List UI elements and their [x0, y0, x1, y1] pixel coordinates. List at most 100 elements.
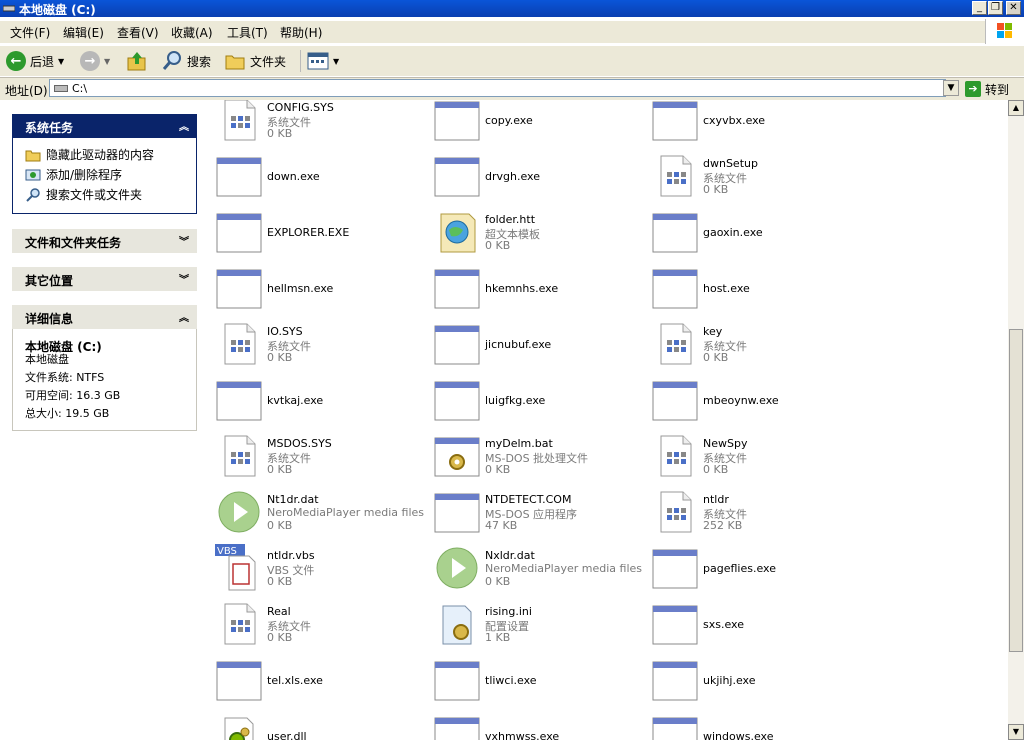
file-name: user.dll [267, 730, 307, 740]
views-button[interactable]: ▼ [300, 50, 339, 72]
minimize-button[interactable]: _ [972, 1, 987, 15]
add-remove-programs-link[interactable]: 添加/删除程序 [25, 166, 122, 183]
file-size: 0 KB [267, 519, 293, 532]
file-item[interactable]: folder.htt 超文本模板 0 KB [433, 208, 648, 260]
search-files-link[interactable]: 搜索文件或文件夹 [25, 186, 142, 203]
search-button[interactable]: 搜索 [161, 50, 211, 72]
file-item[interactable]: kvtkaj.exe [215, 376, 430, 428]
file-item[interactable]: windows.exe [651, 712, 866, 740]
menu-file[interactable]: 文件(F) [10, 24, 50, 41]
scroll-down-button[interactable]: ▼ [1008, 724, 1024, 740]
application-icon [434, 661, 480, 701]
system-tasks-header[interactable]: 系统任务 ︽ [12, 114, 197, 138]
file-item[interactable]: gaoxin.exe [651, 208, 866, 260]
file-item[interactable]: Real 系统文件 0 KB [215, 600, 430, 652]
menu-edit[interactable]: 编辑(E) [63, 24, 104, 41]
file-item[interactable]: tliwci.exe [433, 656, 648, 708]
search-icon [26, 187, 40, 202]
file-name: sxs.exe [703, 618, 744, 631]
menu-tools[interactable]: 工具(T) [227, 24, 268, 41]
system-file-icon [224, 435, 256, 477]
file-item[interactable]: user.dll [215, 712, 430, 740]
file-item[interactable]: host.exe [651, 264, 866, 316]
menu-help[interactable]: 帮助(H) [280, 24, 322, 41]
file-item[interactable]: ntldr 系统文件 252 KB [651, 488, 866, 540]
back-label: 后退 [30, 54, 55, 69]
file-name: tel.xls.exe [267, 674, 323, 687]
file-size: 0 KB [703, 183, 729, 196]
file-item[interactable]: vxhmwss.exe [433, 712, 648, 740]
chevron-down-icon: ▼ [58, 56, 65, 66]
file-item[interactable]: sxs.exe [651, 600, 866, 652]
menu-bar: 文件(F) 编辑(E) 查看(V) 收藏(A) 工具(T) 帮助(H) [0, 21, 1024, 43]
file-item[interactable]: Nt1dr.dat NeroMediaPlayer media files 0 KB [215, 488, 430, 540]
file-item[interactable]: hkemnhs.exe [433, 264, 648, 316]
hide-drive-contents-label: 隐藏此驱动器的内容 [46, 148, 155, 162]
application-icon [434, 101, 480, 141]
file-item[interactable]: MSDOS.SYS 系统文件 0 KB [215, 432, 430, 484]
back-button[interactable]: ← 后退 ▼ [6, 50, 64, 72]
file-item[interactable]: myDelm.bat MS-DOS 批处理文件 0 KB [433, 432, 648, 484]
file-item[interactable]: NewSpy 系统文件 0 KB [651, 432, 866, 484]
file-item[interactable]: EXPLORER.EXE [215, 208, 430, 260]
menu-view[interactable]: 查看(V) [117, 24, 159, 41]
address-input[interactable]: C:\ [49, 79, 946, 97]
file-item[interactable]: pageflies.exe [651, 544, 866, 596]
file-item[interactable]: CONFIG.SYS 系统文件 0 KB [215, 100, 430, 148]
file-item[interactable]: copy.exe [433, 100, 648, 148]
file-item[interactable]: IO.SYS 系统文件 0 KB [215, 320, 430, 372]
file-size: 0 KB [485, 239, 511, 252]
file-item[interactable]: rising.ini 配置设置 1 KB [433, 600, 648, 652]
search-label: 搜索 [187, 54, 212, 69]
file-item[interactable]: cxyvbx.exe [651, 100, 866, 148]
file-item[interactable]: jicnubuf.exe [433, 320, 648, 372]
file-tasks-header[interactable]: 文件和文件夹任务 ︾ [12, 229, 197, 253]
scroll-thumb[interactable] [1009, 329, 1023, 652]
file-name: hkemnhs.exe [485, 282, 559, 295]
file-item[interactable]: drvgh.exe [433, 152, 648, 204]
address-dropdown-button[interactable]: ▼ [943, 80, 959, 96]
dll-file-icon [224, 717, 254, 740]
file-item[interactable]: Nxldr.dat NeroMediaPlayer media files 0 KB [433, 544, 648, 596]
file-name: myDelm.bat [485, 437, 553, 450]
go-arrow-icon: ➔ [965, 81, 981, 97]
search-files-label: 搜索文件或文件夹 [46, 188, 143, 202]
go-button[interactable]: ➔ 转到 [965, 80, 1009, 98]
application-icon [216, 157, 262, 197]
application-icon [652, 381, 698, 421]
file-name: drvgh.exe [485, 170, 540, 183]
hide-drive-contents-link[interactable]: 隐藏此驱动器的内容 [25, 146, 154, 163]
search-icon [162, 51, 181, 70]
application-icon [652, 549, 698, 589]
file-size: 47 KB [485, 519, 518, 532]
file-item[interactable]: down.exe [215, 152, 430, 204]
file-item[interactable]: VBS ntldr.vbs VBS 文件 0 KB [215, 544, 430, 596]
file-item[interactable]: NTDETECT.COM MS-DOS 应用程序 47 KB [433, 488, 648, 540]
file-item[interactable]: hellmsn.exe [215, 264, 430, 316]
folders-button[interactable]: 文件夹 [224, 50, 286, 72]
forward-arrow-icon: → [80, 51, 100, 71]
file-name: Nxldr.dat [485, 549, 535, 562]
file-item[interactable]: ukjihj.exe [651, 656, 866, 708]
details-header[interactable]: 详细信息 ︽ [12, 305, 197, 329]
file-item[interactable]: key 系统文件 0 KB [651, 320, 866, 372]
file-item[interactable]: mbeoynw.exe [651, 376, 866, 428]
up-folder-button[interactable] [126, 50, 148, 72]
file-item[interactable]: luigfkg.exe [433, 376, 648, 428]
file-item[interactable]: dwnSetup 系统文件 0 KB [651, 152, 866, 204]
scroll-up-button[interactable]: ▲ [1008, 100, 1024, 116]
restore-button[interactable]: ❐ [988, 1, 1003, 15]
application-icon [434, 381, 480, 421]
forward-button[interactable]: → ▼ [80, 50, 110, 72]
expand-icon[interactable]: ︾ [179, 233, 189, 248]
collapse-icon[interactable]: ︽ [179, 118, 189, 133]
other-places-header[interactable]: 其它位置 ︾ [12, 267, 197, 291]
system-file-icon [224, 603, 256, 645]
collapse-icon[interactable]: ︽ [179, 309, 189, 324]
close-button[interactable]: ✕ [1006, 1, 1021, 15]
file-name: rising.ini [485, 605, 532, 618]
menu-favorites[interactable]: 收藏(A) [171, 24, 213, 41]
vertical-scrollbar[interactable]: ▲ ▼ [1008, 100, 1024, 740]
file-item[interactable]: tel.xls.exe [215, 656, 430, 708]
expand-icon[interactable]: ︾ [179, 271, 189, 286]
